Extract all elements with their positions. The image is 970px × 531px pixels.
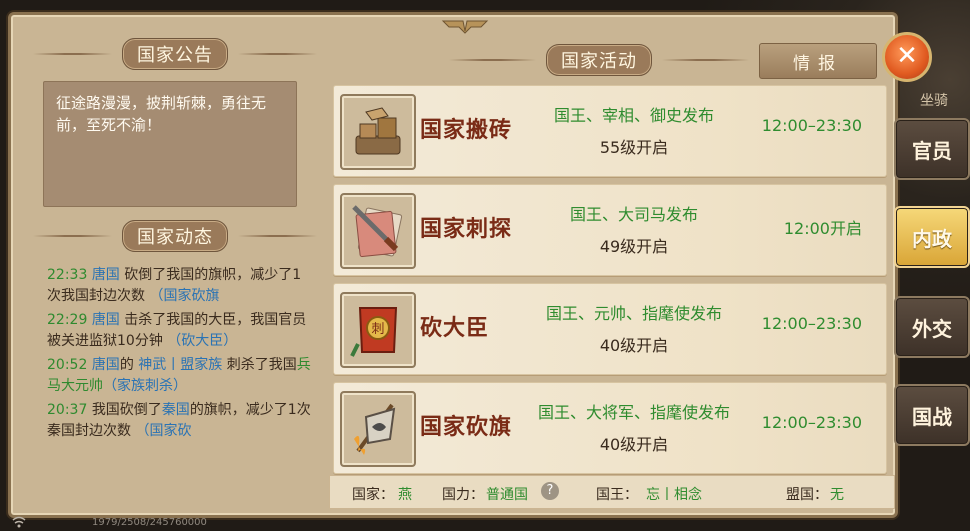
activity-publishers: 国王、大将军、指麾使发布 — [537, 403, 730, 422]
status-country-value: 燕 — [398, 487, 412, 503]
close-button[interactable]: ✕ — [882, 32, 932, 82]
feed-title: 国家动态 — [33, 220, 317, 252]
status-alliance-value: 无 — [830, 487, 844, 503]
feed-list[interactable]: 22:33 唐国 砍倒了我国的旗帜，减少了1次我国封边次数 （国家砍旗 22:2… — [47, 265, 311, 511]
activity-time: 12:00–23:30 — [761, 314, 862, 333]
activity-name: 国家砍旗 — [420, 415, 513, 440]
left-panel: 国家公告 征途路漫漫，披荆斩棘，勇往无前，至死不渝！ 国家动态 22:33 唐国… — [33, 38, 317, 491]
svg-text:刺: 刺 — [371, 322, 384, 337]
tab-officials[interactable]: 官员 — [894, 118, 970, 180]
activities-title: 国家活动 — [449, 44, 749, 76]
activity-row[interactable]: 国家砍旗 国王、大将军、指麾使发布 40级开启 12:00–23:30 — [333, 382, 887, 474]
activity-level: 40级开启 — [599, 336, 669, 355]
minister-scroll-icon: 刺 — [340, 292, 416, 368]
activity-name: 国家刺探 — [420, 217, 513, 242]
help-icon[interactable]: ? — [541, 482, 559, 500]
country-status-bar: 国家： 燕 国力： 普通国 ? 国王： 忘丨相念 盟国： 无 — [329, 475, 895, 509]
feed-entry: 22:29 唐国 击杀了我国的大臣，我国官员被关进监狱10分钟 （砍大臣） — [47, 312, 307, 349]
status-power-label: 国力： — [442, 487, 484, 503]
activity-row[interactable]: 国家搬砖 国王、宰相、御史发布 55级开启 12:00–23:30 — [333, 85, 887, 177]
activity-level: 49级开启 — [599, 237, 669, 256]
activity-time: 12:00–23:30 — [761, 413, 862, 432]
footer-stats: 1979/2508/245760000 — [92, 517, 207, 528]
activity-row[interactable]: 刺 砍大臣 国王、元帅、指麾使发布 40级开启 12:00–23:30 — [333, 283, 887, 375]
status-king-value[interactable]: 忘丨相念 — [646, 484, 702, 504]
activity-publishers: 国王、大司马发布 — [569, 205, 698, 224]
tab-diplomacy[interactable]: 外交 — [894, 296, 970, 358]
bricks-icon — [340, 94, 416, 170]
activity-row[interactable]: 国家刺探 国王、大司马发布 49级开启 12:00开启 — [333, 184, 887, 276]
status-country-label: 国家： — [352, 487, 394, 503]
wifi-icon — [12, 516, 26, 528]
status-alliance-label: 盟国： — [786, 487, 828, 503]
activity-level: 55级开启 — [599, 138, 669, 157]
intel-tab[interactable]: 情报 — [759, 43, 877, 79]
country-panel: 国家公告 征途路漫漫，披荆斩棘，勇往无前，至死不渝！ 国家动态 22:33 唐国… — [8, 12, 898, 518]
activity-name: 国家搬砖 — [420, 118, 513, 143]
announcement-text: 征途路漫漫，披荆斩棘，勇往无前，至死不渝！ — [43, 81, 297, 207]
feed-entry: 22:33 唐国 砍倒了我国的旗帜，减少了1次我国封边次数 （国家砍旗 — [47, 267, 302, 304]
activity-publishers: 国王、元帅、指麾使发布 — [545, 304, 722, 323]
tab-national-war[interactable]: 国战 — [894, 384, 970, 446]
feed-entry: 20:37 我国砍倒了秦国的旗帜，减少了1次秦国封边次数 （国家砍 — [47, 402, 311, 439]
flag-icon — [340, 391, 416, 467]
status-power-value: 普通国 — [486, 487, 528, 503]
scout-sword-icon — [340, 193, 416, 269]
activity-name: 砍大臣 — [420, 316, 490, 341]
mount-label: 坐骑 — [920, 93, 948, 109]
feed-entry: 20:52 唐国的 神武丨盟家族 刺杀了我国兵马大元帅（家族刺杀） — [47, 357, 311, 394]
activity-publishers: 国王、宰相、御史发布 — [553, 106, 714, 125]
tab-internal-affairs[interactable]: 内政 — [894, 206, 970, 268]
announcement-title: 国家公告 — [33, 38, 317, 70]
top-ornament-icon — [441, 20, 489, 34]
status-king-label: 国王： — [596, 487, 638, 503]
activity-level: 40级开启 — [599, 435, 669, 454]
activities-panel: 国家活动 情报 国家搬砖 国王、宰相、御史发布 55级开启 12:00–23:3… — [329, 39, 901, 509]
activity-time: 12:00开启 — [783, 219, 862, 238]
activity-time: 12:00–23:30 — [761, 116, 862, 135]
